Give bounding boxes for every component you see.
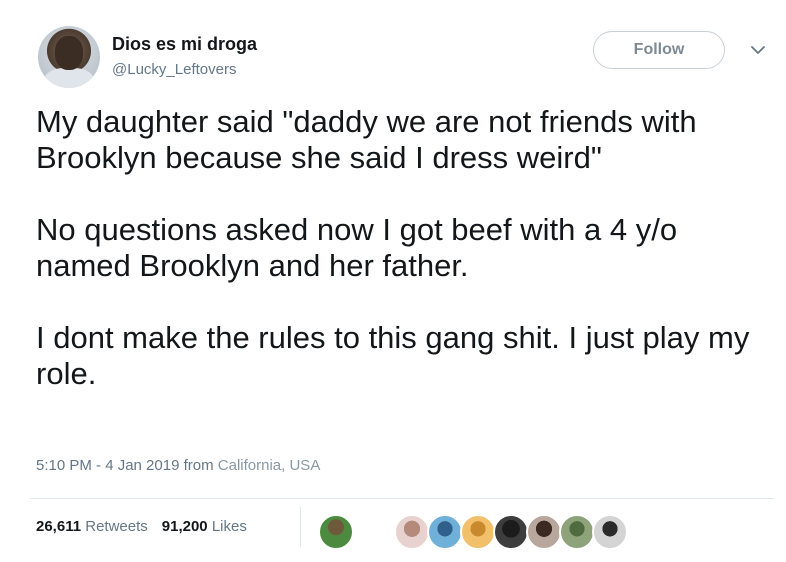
liker-avatar[interactable] bbox=[559, 514, 595, 550]
liker-avatar[interactable] bbox=[460, 514, 496, 550]
user-handle[interactable]: @Lucky_Leftovers bbox=[112, 61, 236, 78]
liker-avatar[interactable] bbox=[493, 514, 529, 550]
likes-count: 91,200 bbox=[161, 518, 208, 535]
likes-stat[interactable]: 91,200 Likes bbox=[162, 518, 247, 535]
user-avatar[interactable] bbox=[38, 26, 100, 88]
chevron-down-icon[interactable] bbox=[748, 40, 768, 60]
liker-avatar[interactable] bbox=[592, 514, 628, 550]
tweet-text: My daughter said "daddy we are not frien… bbox=[36, 104, 761, 392]
follow-button[interactable]: Follow bbox=[593, 31, 725, 69]
tweet-paragraph: No questions asked now I got beef with a… bbox=[36, 212, 678, 283]
retweets-label: Retweets bbox=[85, 518, 148, 535]
retweets-stat[interactable]: 26,611 Retweets bbox=[36, 518, 148, 535]
tweet-paragraph: I dont make the rules to this gang shit.… bbox=[36, 320, 750, 391]
liker-avatar[interactable] bbox=[318, 514, 354, 550]
tweet-timestamp[interactable]: 5:10 PM - 4 Jan 2019 bbox=[36, 457, 179, 474]
stats-separator bbox=[300, 507, 301, 547]
liker-avatar[interactable] bbox=[394, 514, 430, 550]
display-name[interactable]: Dios es mi droga bbox=[112, 34, 257, 55]
retweets-count: 26,611 bbox=[36, 518, 82, 535]
avatar-shirt-shape bbox=[44, 68, 94, 88]
from-label: from bbox=[183, 457, 214, 474]
tweet-stats: 26,611 Retweets 91,200 Likes bbox=[36, 518, 247, 535]
liker-avatar[interactable] bbox=[526, 514, 562, 550]
tweet-header: Dios es mi droga @Lucky_Leftovers Follow bbox=[30, 24, 770, 90]
tweet-location[interactable]: California, USA bbox=[218, 457, 321, 474]
divider bbox=[30, 498, 774, 499]
tweet-paragraph: My daughter said "daddy we are not frien… bbox=[36, 104, 697, 175]
avatar-face-shape bbox=[55, 36, 83, 70]
likes-label: Likes bbox=[211, 518, 247, 535]
tweet-meta: 5:10 PM - 4 Jan 2019 from California, US… bbox=[36, 457, 320, 474]
liker-avatar[interactable] bbox=[427, 514, 463, 550]
